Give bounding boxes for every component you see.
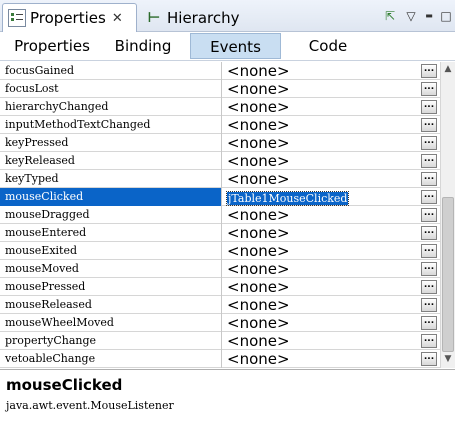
table-row[interactable]: mouseWheelMoved <none> ... [0, 314, 440, 332]
event-name: keyPressed [0, 134, 222, 152]
description-title: mouseClicked [6, 376, 123, 394]
maximize-icon[interactable]: □ [438, 8, 454, 24]
table-row[interactable]: hierarchyChanged <none> ... [0, 98, 440, 116]
event-value[interactable]: <none> [223, 152, 418, 170]
event-value-editor[interactable]: jTable1MouseClicked [223, 188, 418, 206]
table-row[interactable]: vetoableChange <none> ... [0, 350, 440, 368]
tab-hierarchy[interactable]: ⊢ Hierarchy [140, 3, 240, 32]
ellipsis-button[interactable]: ... [421, 64, 437, 78]
description-text: java.awt.event.MouseListener [6, 399, 174, 412]
ellipsis-button[interactable]: ... [421, 154, 437, 168]
event-value[interactable]: <none> [223, 206, 418, 224]
subtab-events[interactable]: Events [190, 33, 281, 59]
table-row[interactable]: mouseDragged <none> ... [0, 206, 440, 224]
close-icon[interactable]: ✕ [112, 12, 123, 25]
minimize-icon[interactable]: ▬ [421, 8, 437, 24]
pin-icon[interactable]: ⇱ [382, 8, 398, 24]
ellipsis-button[interactable]: ... [421, 118, 437, 132]
event-value[interactable]: <none> [223, 224, 418, 242]
event-value[interactable]: <none> [223, 98, 418, 116]
ellipsis-button[interactable]: ... [421, 316, 437, 330]
ellipsis-button[interactable]: ... [421, 352, 437, 366]
event-name: mouseReleased [0, 296, 222, 314]
event-value[interactable]: <none> [223, 116, 418, 134]
event-name: inputMethodTextChanged [0, 116, 222, 134]
ellipsis-button[interactable]: ... [421, 136, 437, 150]
event-value[interactable]: <none> [223, 332, 418, 350]
ellipsis-button[interactable]: ... [421, 280, 437, 294]
ellipsis-button[interactable]: ... [421, 172, 437, 186]
ellipsis-button[interactable]: ... [421, 100, 437, 114]
event-name: mouseMoved [0, 260, 222, 278]
table-row[interactable]: focusGained <none> ... [0, 62, 440, 80]
event-name: focusLost [0, 80, 222, 98]
event-name: mouseDragged [0, 206, 222, 224]
event-value[interactable]: <none> [223, 62, 418, 80]
subtab-properties[interactable]: Properties [4, 33, 100, 59]
subtab-binding[interactable]: Binding [100, 33, 186, 59]
event-value[interactable]: <none> [223, 260, 418, 278]
event-name: propertyChange [0, 332, 222, 350]
table-row[interactable]: mouseEntered <none> ... [0, 224, 440, 242]
event-value[interactable]: <none> [223, 278, 418, 296]
table-row[interactable]: mousePressed <none> ... [0, 278, 440, 296]
scroll-up-icon[interactable]: ▲ [441, 62, 455, 76]
ellipsis-button[interactable]: ... [421, 226, 437, 240]
tab-properties-label: Properties [30, 9, 106, 27]
view-tab-bar: Properties ✕ ⊢ Hierarchy ⇱ ▽ ▬ □ [0, 0, 455, 32]
sub-tab-bar: Properties Binding Events Code [0, 32, 455, 61]
event-value[interactable]: <none> [223, 134, 418, 152]
events-table: focusGained <none> ... focusLost <none> … [0, 62, 440, 368]
event-value[interactable]: <none> [223, 314, 418, 332]
event-value[interactable]: <none> [223, 296, 418, 314]
table-row[interactable]: keyReleased <none> ... [0, 152, 440, 170]
scrollbar-thumb[interactable] [442, 197, 454, 352]
event-name: mouseClicked [0, 188, 222, 206]
ellipsis-button[interactable]: ... [421, 244, 437, 258]
event-name: focusGained [0, 62, 222, 80]
table-row[interactable]: mouseMoved <none> ... [0, 260, 440, 278]
tab-properties[interactable]: Properties ✕ [2, 3, 137, 32]
scroll-down-icon[interactable]: ▼ [441, 352, 455, 366]
handler-name[interactable]: jTable1MouseClicked [225, 191, 350, 206]
ellipsis-button[interactable]: ... [421, 334, 437, 348]
ellipsis-button[interactable]: ... [421, 82, 437, 96]
event-name: hierarchyChanged [0, 98, 222, 116]
event-value[interactable]: <none> [223, 350, 418, 368]
ellipsis-button[interactable]: ... [421, 208, 437, 222]
event-name: vetoableChange [0, 350, 222, 368]
table-row-selected[interactable]: mouseClicked jTable1MouseClicked ... [0, 188, 440, 206]
table-row[interactable]: mouseExited <none> ... [0, 242, 440, 260]
table-row[interactable]: propertyChange <none> ... [0, 332, 440, 350]
ellipsis-button[interactable]: ... [421, 298, 437, 312]
table-row[interactable]: mouseReleased <none> ... [0, 296, 440, 314]
event-value[interactable]: <none> [223, 170, 418, 188]
view-menu-icon[interactable]: ▽ [403, 8, 419, 24]
ellipsis-button[interactable]: ... [421, 190, 437, 204]
table-row[interactable]: keyTyped <none> ... [0, 170, 440, 188]
table-row[interactable]: keyPressed <none> ... [0, 134, 440, 152]
ellipsis-button[interactable]: ... [421, 262, 437, 276]
event-name: mouseWheelMoved [0, 314, 222, 332]
event-name: mouseEntered [0, 224, 222, 242]
tab-hierarchy-label: Hierarchy [167, 8, 240, 27]
event-name: mousePressed [0, 278, 222, 296]
event-name: mouseExited [0, 242, 222, 260]
table-row[interactable]: inputMethodTextChanged <none> ... [0, 116, 440, 134]
hierarchy-icon: ⊢ [147, 9, 161, 26]
vertical-scrollbar[interactable]: ▲ ▼ [440, 62, 455, 368]
event-name: keyReleased [0, 152, 222, 170]
event-name: keyTyped [0, 170, 222, 188]
subtab-code[interactable]: Code [284, 33, 372, 59]
event-value[interactable]: <none> [223, 80, 418, 98]
description-panel: mouseClicked java.awt.event.MouseListene… [0, 369, 455, 425]
properties-icon [8, 9, 26, 27]
event-value[interactable]: <none> [223, 242, 418, 260]
table-row[interactable]: focusLost <none> ... [0, 80, 440, 98]
